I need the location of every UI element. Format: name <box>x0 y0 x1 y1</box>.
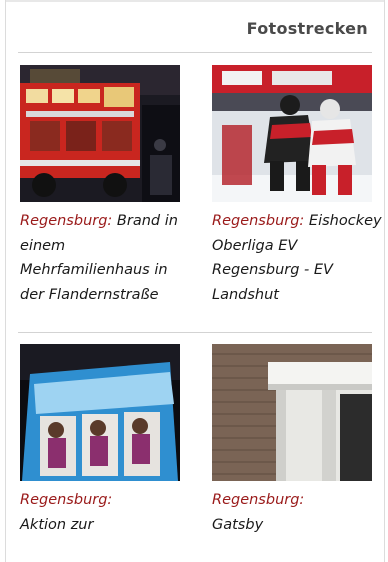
ice-hockey-photo-icon[interactable] <box>212 65 372 202</box>
gallery-title: Aktion zur <box>20 516 94 533</box>
gallery-caption[interactable]: Regensburg: Eishockey Oberliga EV Regens… <box>212 209 382 307</box>
fotostrecken-panel: Fotostrecken Regensburg: Brand in einem … <box>5 0 385 562</box>
city-label: Regensburg: <box>20 492 113 508</box>
panel-top-border <box>6 0 384 2</box>
gallery-caption[interactable]: Regensburg: Aktion zur <box>20 488 190 537</box>
city-label: Regensburg: <box>212 492 305 508</box>
panel-title: Fotostrecken <box>246 19 368 38</box>
panel-header: Fotostrecken <box>18 14 372 53</box>
building-entrance-photo-icon[interactable] <box>212 344 372 481</box>
gallery-caption[interactable]: Regensburg: Brand in einem Mehrfamilienh… <box>20 209 190 307</box>
fire-truck-photo-icon[interactable] <box>20 65 180 202</box>
gallery-caption[interactable]: Regensburg: Gatsby <box>212 488 382 537</box>
gallery-title: Gatsby <box>212 516 264 533</box>
city-label: Regensburg: <box>212 213 305 229</box>
city-label: Regensburg: <box>20 213 113 229</box>
flyers-photo-icon[interactable] <box>20 344 180 481</box>
row-divider <box>18 332 372 333</box>
